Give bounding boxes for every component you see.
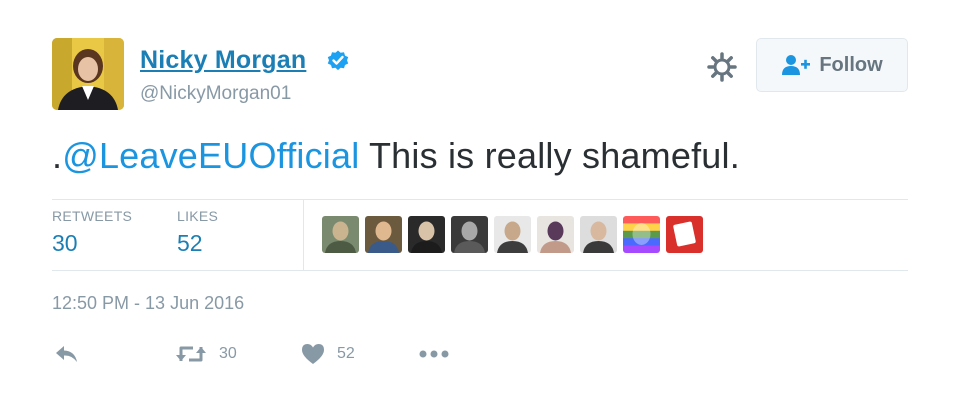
reply-button[interactable]	[54, 343, 80, 365]
follow-label: Follow	[819, 53, 883, 76]
retweets-count: 30	[52, 230, 78, 256]
more-icon	[419, 350, 449, 358]
verified-badge-icon	[327, 50, 349, 71]
tweet-actions: 30 52	[0, 343, 960, 367]
liker-avatar[interactable]	[623, 216, 660, 253]
more-button[interactable]	[418, 343, 452, 365]
tweet-prefix: .	[52, 135, 63, 176]
divider	[303, 199, 304, 270]
profile-photo	[52, 38, 124, 110]
retweet-button[interactable]: 30	[175, 343, 237, 365]
tweet-timestamp[interactable]: 12:50 PM - 13 Jun 2016	[52, 293, 244, 314]
reply-icon	[56, 346, 77, 362]
add-user-icon	[782, 55, 811, 75]
heart-icon	[302, 344, 324, 364]
likes-stat[interactable]: LIKES 52	[177, 208, 218, 257]
liker-avatar[interactable]	[580, 216, 617, 253]
liker-avatar[interactable]	[451, 216, 488, 253]
liker-avatar[interactable]	[494, 216, 531, 253]
like-button[interactable]: 52	[301, 343, 355, 365]
likes-count: 52	[177, 230, 203, 256]
user-name[interactable]: Nicky Morgan	[140, 46, 306, 75]
retweets-label: RETWEETS	[52, 208, 133, 224]
liker-avatar[interactable]	[365, 216, 402, 253]
gear-icon[interactable]	[706, 51, 738, 83]
divider	[52, 199, 908, 200]
divider	[52, 270, 908, 271]
retweet-count: 30	[219, 345, 237, 362]
avatar[interactable]	[52, 38, 124, 110]
follow-button[interactable]: Follow	[756, 38, 908, 92]
tweet-text: .@LeaveEUOfficial This is really shamefu…	[52, 135, 740, 177]
liker-avatar[interactable]	[322, 216, 359, 253]
likes-label: LIKES	[177, 208, 219, 224]
retweet-icon	[176, 346, 206, 362]
like-count: 52	[337, 345, 355, 362]
retweets-stat[interactable]: RETWEETS 30	[52, 208, 132, 257]
tweet-body: This is really shameful.	[359, 135, 740, 176]
liker-avatar[interactable]	[408, 216, 445, 253]
liker-avatar[interactable]	[537, 216, 574, 253]
likers-avatar-list	[322, 216, 703, 253]
user-handle[interactable]: @NickyMorgan01	[140, 83, 291, 105]
liker-avatar[interactable]	[666, 216, 703, 253]
tweet-mention-link[interactable]: @LeaveEUOfficial	[62, 135, 359, 176]
